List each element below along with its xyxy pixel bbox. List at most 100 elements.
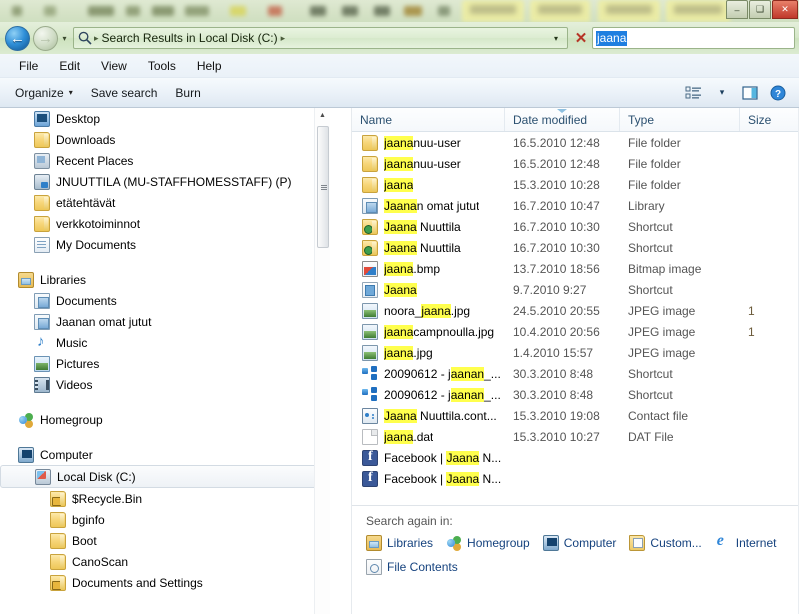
table-row[interactable]: jaana 15.3.2010 10:28 File folder — [352, 174, 799, 195]
sidebar-item-boot[interactable]: Boot — [0, 530, 330, 551]
search-again-libraries[interactable]: Libraries — [366, 535, 433, 551]
sidebar-item-music[interactable]: Music — [0, 332, 330, 353]
recent-pages-chevron-icon[interactable]: ▾ — [58, 34, 71, 43]
address-dropdown-icon[interactable]: ▾ — [548, 34, 564, 43]
sidebar-item-videos[interactable]: Videos — [0, 374, 330, 395]
stop-search-button[interactable]: ✕ — [570, 27, 592, 49]
file-name-cell: jaananuu-user — [352, 155, 505, 172]
table-row[interactable]: Facebook | Jaana N... — [352, 468, 799, 489]
sidebar-item-recent-places[interactable]: Recent Places — [0, 150, 330, 171]
sidebar-item-verkkotoiminnot[interactable]: verkkotoiminnot — [0, 213, 330, 234]
sidebar-item-homegroup[interactable]: Homegroup — [0, 409, 330, 430]
table-row[interactable]: jaana.dat 15.3.2010 10:27 DAT File — [352, 426, 799, 447]
column-header-name[interactable]: Name — [352, 108, 505, 131]
table-row[interactable]: Jaana Nuuttila 16.7.2010 10:30 Shortcut — [352, 237, 799, 258]
menu-view[interactable]: View — [92, 56, 136, 76]
help-icon[interactable]: ? — [765, 82, 791, 104]
sidebar-item-local-disk-c[interactable]: Local Disk (C:) — [0, 465, 330, 488]
menu-edit[interactable]: Edit — [50, 56, 89, 76]
file-name-label: jaana — [384, 177, 414, 192]
navigation-scrollbar-thumb[interactable] — [317, 126, 329, 248]
views-icon[interactable] — [681, 82, 707, 104]
chevron-down-icon: ▾ — [68, 88, 73, 97]
search-match-highlight: Jaana — [446, 471, 480, 486]
menu-file[interactable]: File — [10, 56, 47, 76]
search-match-highlight: Jaana — [384, 240, 417, 255]
sidebar-item-pictures[interactable]: Pictures — [0, 353, 330, 374]
share-shortcut-icon — [362, 366, 378, 382]
navigation-scrollbar[interactable]: ▲ — [314, 108, 330, 614]
address-input[interactable]: ▸ Search Results in Local Disk (C:) ▸ ▾ — [73, 27, 568, 49]
table-row[interactable]: 20090612 - jaanan_... 30.3.2010 8:48 Short… — [352, 384, 799, 405]
table-row[interactable]: jaana.bmp 13.7.2010 18:56 Bitmap image — [352, 258, 799, 279]
menu-tools[interactable]: Tools — [139, 56, 185, 76]
sidebar-item-canoscan[interactable]: CanoScan — [0, 551, 330, 572]
file-name-cell: Jaana Nuuttila — [352, 239, 505, 256]
table-row[interactable]: jaanacampnoulla.jpg 10.4.2010 20:56 JPEG i… — [352, 321, 799, 342]
file-name-cell: jaanacampnoulla.jpg — [352, 323, 505, 340]
sidebar-item-label: Documents — [56, 293, 117, 308]
organize-button[interactable]: Organize ▾ — [6, 82, 82, 104]
file-name-cell: jaana.dat — [352, 428, 505, 445]
close-button[interactable]: ✕ — [772, 0, 798, 19]
table-row[interactable]: Jaanan omat jutut 16.7.2010 10:47 Library — [352, 195, 799, 216]
views-dropdown-icon[interactable]: ▾ — [709, 82, 735, 104]
save-search-button[interactable]: Save search — [82, 82, 167, 104]
sidebar-item-documents-and-settings[interactable]: Documents and Settings — [0, 572, 330, 593]
sidebar-item-bginfo[interactable]: bginfo — [0, 509, 330, 530]
sidebar-item-documents[interactable]: Documents — [0, 290, 330, 311]
file-name-cell: Facebook | Jaana N... — [352, 449, 505, 466]
table-row[interactable]: noora_jaana.jpg 24.5.2010 20:55 JPEG image… — [352, 300, 799, 321]
homegroup-icon — [446, 535, 462, 551]
search-again-label: Homegroup — [467, 536, 530, 550]
pane-splitter[interactable] — [342, 108, 352, 614]
minimize-button[interactable]: – — [726, 0, 748, 19]
file-date-cell: 30.3.2010 8:48 — [513, 366, 594, 381]
search-again-file-contents[interactable]: File Contents — [366, 559, 458, 575]
scroll-up-arrow-icon[interactable]: ▲ — [315, 108, 330, 122]
sidebar-item-libraries[interactable]: Libraries — [0, 269, 330, 290]
search-again-homegroup[interactable]: Homegroup — [446, 535, 530, 551]
sidebar-item-computer[interactable]: Computer — [0, 444, 330, 465]
column-header-date-modified[interactable]: Date modified — [505, 108, 620, 131]
column-header-size[interactable]: Size — [740, 108, 799, 131]
column-header-type[interactable]: Type — [620, 108, 740, 131]
sidebar-item-label: Pictures — [56, 356, 100, 371]
table-row[interactable]: Jaana Nuuttila.cont... 15.3.2010 19:08 Con… — [352, 405, 799, 426]
table-row[interactable]: jaananuu-user 16.5.2010 12:48 File folder — [352, 153, 799, 174]
folder-lock-icon — [50, 490, 66, 507]
sidebar-item-recycle-bin[interactable]: $Recycle.Bin — [0, 488, 330, 509]
sidebar-item-label: Downloads — [56, 132, 116, 147]
search-again-row-2: File Contents — [366, 559, 785, 575]
file-date-cell: 16.7.2010 10:30 — [513, 219, 600, 234]
table-row[interactable]: 20090612 - jaanan_... 30.3.2010 8:48 Short… — [352, 363, 799, 384]
forward-button[interactable]: → — [33, 25, 58, 51]
search-again-row-1: Libraries Homegroup Computer Custom... Inter… — [366, 532, 785, 551]
column-header-size-label: Size — [748, 112, 772, 127]
sidebar-item-downloads[interactable]: Downloads — [0, 129, 330, 150]
menu-help[interactable]: Help — [188, 56, 231, 76]
table-row[interactable]: jaana.jpg 1.4.2010 15:57 JPEG image — [352, 342, 799, 363]
sidebar-item-desktop[interactable]: Desktop — [0, 108, 330, 129]
back-button[interactable]: ← — [5, 25, 30, 51]
maximize-button[interactable]: ❑ — [749, 0, 771, 19]
search-again-label: Libraries — [387, 536, 434, 550]
search-again-label: Computer — [563, 536, 617, 550]
table-row[interactable]: Jaana 9.7.2010 9:27 Shortcut — [352, 279, 799, 300]
burn-button[interactable]: Burn — [166, 82, 209, 104]
search-again-custom[interactable]: Custom... — [629, 535, 702, 551]
sidebar-item-et-teht-v-t[interactable]: etätehtävät — [0, 192, 330, 213]
table-row[interactable]: Jaana Nuuttila 16.7.2010 10:30 Shortcut — [352, 216, 799, 237]
table-row[interactable]: Facebook | Jaana N... — [352, 447, 799, 468]
search-match-highlight: jaana — [384, 345, 414, 360]
breadcrumb-item-search-results[interactable]: Search Results in Local Disk (C:) — [102, 31, 278, 45]
search-again-computer[interactable]: Computer — [542, 535, 617, 551]
search-input[interactable]: jaana — [592, 27, 795, 49]
table-row[interactable]: jaananuu-user 16.5.2010 12:48 File folder — [352, 132, 799, 153]
search-again-internet[interactable]: Internet — [715, 532, 777, 551]
file-type-cell: JPEG image — [628, 324, 696, 339]
preview-pane-icon[interactable] — [737, 82, 763, 104]
sidebar-item-jaanan-omat-jutut[interactable]: Jaanan omat jutut — [0, 311, 330, 332]
sidebar-item-jnuuttila-mu-staffhomesstaff-p[interactable]: JNUUTTILA (MU-STAFFHOMESSTAFF) (P) — [0, 171, 330, 192]
sidebar-item-my-documents[interactable]: My Documents — [0, 234, 330, 255]
